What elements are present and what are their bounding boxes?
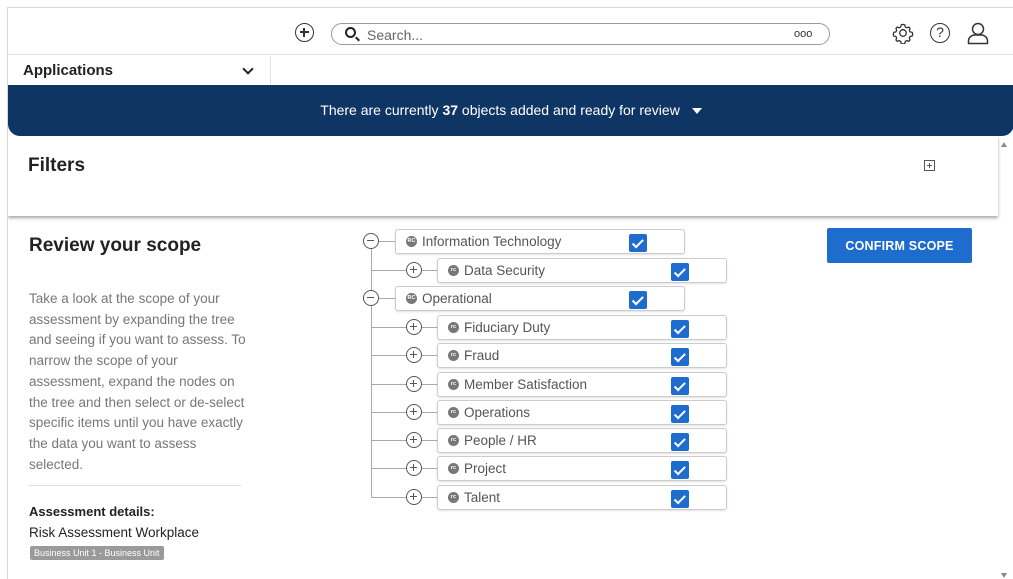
tree-node-label: Talent (464, 490, 501, 505)
collapse-information-technology-icon[interactable] (363, 233, 379, 249)
page-title: Review your scope (29, 235, 202, 256)
tree-connector (422, 412, 437, 413)
tree-node-operational[interactable]: RC Operational (395, 286, 685, 311)
checkbox[interactable] (671, 405, 689, 423)
review-banner[interactable]: There are currently 37 objects added and… (8, 85, 1013, 136)
tree-connector (371, 468, 407, 469)
banner-count: 37 (442, 102, 459, 118)
tree-connector (422, 355, 437, 356)
scroll-up-arrow[interactable] (1001, 142, 1007, 147)
filters-title: Filters (28, 155, 86, 176)
checkbox[interactable] (671, 461, 689, 479)
checkbox[interactable] (671, 433, 689, 451)
expand-data-security-icon[interactable] (406, 262, 422, 278)
tree-connector (422, 497, 437, 498)
tree-node-label: Fiduciary Duty (464, 320, 551, 335)
tree-node-fraud[interactable]: rc Fraud (437, 343, 727, 368)
expand-project-icon[interactable] (406, 460, 422, 476)
search-input[interactable] (367, 26, 747, 43)
caret-down-icon (691, 108, 702, 114)
expand-filters-icon[interactable] (924, 160, 935, 171)
rc-icon: rc (448, 350, 459, 361)
assessment-name: Risk Assessment Workplace (29, 525, 200, 540)
assessment-badge: Business Unit 1 - Business Unit (30, 546, 164, 560)
collapse-operational-icon[interactable] (363, 290, 379, 306)
tree-node-member-satisfaction[interactable]: rc Member Satisfaction (437, 372, 727, 397)
tree-connector (422, 440, 437, 441)
user-icon[interactable] (966, 21, 990, 45)
tree-node-project[interactable]: rc Project (437, 456, 727, 481)
banner-suffix: objects added and ready for review (461, 102, 680, 118)
expand-people-hr-icon[interactable] (406, 432, 422, 448)
tree-connector (371, 440, 407, 441)
rc-icon: rc (448, 407, 459, 418)
tree-node-label: Project (464, 461, 507, 476)
tree-node-information-technology[interactable]: RC Information Technology (395, 229, 685, 254)
rc-icon: rc (448, 322, 459, 333)
tree-connector (422, 468, 437, 469)
search-icon (345, 27, 356, 38)
tree-node-operations[interactable]: rc Operations (437, 400, 727, 425)
tree-node-label: Fraud (464, 348, 500, 363)
assessment-details-title: Assessment details: (29, 504, 155, 519)
filters-panel: Filters (8, 136, 998, 216)
add-icon[interactable] (295, 23, 314, 42)
expand-talent-icon[interactable] (406, 489, 422, 505)
tree-node-label: Information Technology (422, 234, 562, 249)
rc-icon: rc (448, 435, 459, 446)
tree-connector (371, 306, 372, 498)
checkbox[interactable] (629, 234, 647, 252)
scroll-down-arrow[interactable] (1001, 573, 1007, 578)
rc-icon: rc (448, 379, 459, 390)
tree-node-data-security[interactable]: rc Data Security (437, 258, 727, 283)
expand-fraud-icon[interactable] (406, 347, 422, 363)
tree-connector (422, 327, 437, 328)
tree-connector (422, 384, 437, 385)
tree-node-fiduciary-duty[interactable]: rc Fiduciary Duty (437, 315, 727, 340)
search-bar[interactable]: ooo (331, 23, 830, 45)
tree-node-label: People / HR (464, 433, 537, 448)
applications-label: Applications (23, 62, 114, 79)
rc-icon: rc (448, 492, 459, 503)
tree-node-people-hr[interactable]: rc People / HR (437, 428, 727, 453)
review-description: Take a look at the scope of your assessm… (29, 291, 246, 472)
gear-icon[interactable] (892, 22, 914, 44)
expand-fiduciary-duty-icon[interactable] (406, 319, 422, 335)
tree-connector (371, 497, 407, 498)
tree-connector (379, 298, 395, 299)
tree-connector (371, 412, 407, 413)
checkbox[interactable] (671, 490, 689, 508)
checkbox[interactable] (671, 320, 689, 338)
tree-connector (371, 355, 407, 356)
tree-node-label: Member Satisfaction (464, 377, 588, 392)
checkbox[interactable] (671, 348, 689, 366)
applications-dropdown[interactable]: Applications (8, 56, 271, 85)
help-icon[interactable]: ? (930, 23, 950, 43)
confirm-scope-button[interactable]: CONFIRM SCOPE (827, 228, 972, 263)
tree-node-label: Operational (422, 291, 492, 306)
app-frame: ooo ? Applications There are currently 3… (7, 7, 1013, 579)
chevron-down-icon (242, 63, 254, 75)
tree-node-label: Data Security (464, 263, 546, 278)
checkbox[interactable] (671, 263, 689, 281)
tree-node-talent[interactable]: rc Talent (437, 485, 727, 510)
rc-icon: rc (448, 463, 459, 474)
more-options-icon[interactable]: ooo (794, 26, 812, 43)
rc-icon: RC (406, 293, 417, 304)
expand-operations-icon[interactable] (406, 404, 422, 420)
tree-connector (422, 270, 437, 271)
top-bar: ooo ? (8, 8, 1013, 55)
tree-node-label: Operations (464, 405, 531, 420)
divider (29, 485, 241, 486)
expand-member-satisfaction-icon[interactable] (406, 376, 422, 392)
tree-connector (371, 270, 407, 271)
tree-connector (371, 384, 407, 385)
checkbox[interactable] (671, 377, 689, 395)
rc-icon: RC (406, 236, 417, 247)
banner-prefix: There are currently (320, 102, 439, 118)
checkbox[interactable] (629, 291, 647, 309)
tree-connector (379, 241, 395, 242)
tree-connector (371, 327, 407, 328)
rc-icon: rc (448, 265, 459, 276)
